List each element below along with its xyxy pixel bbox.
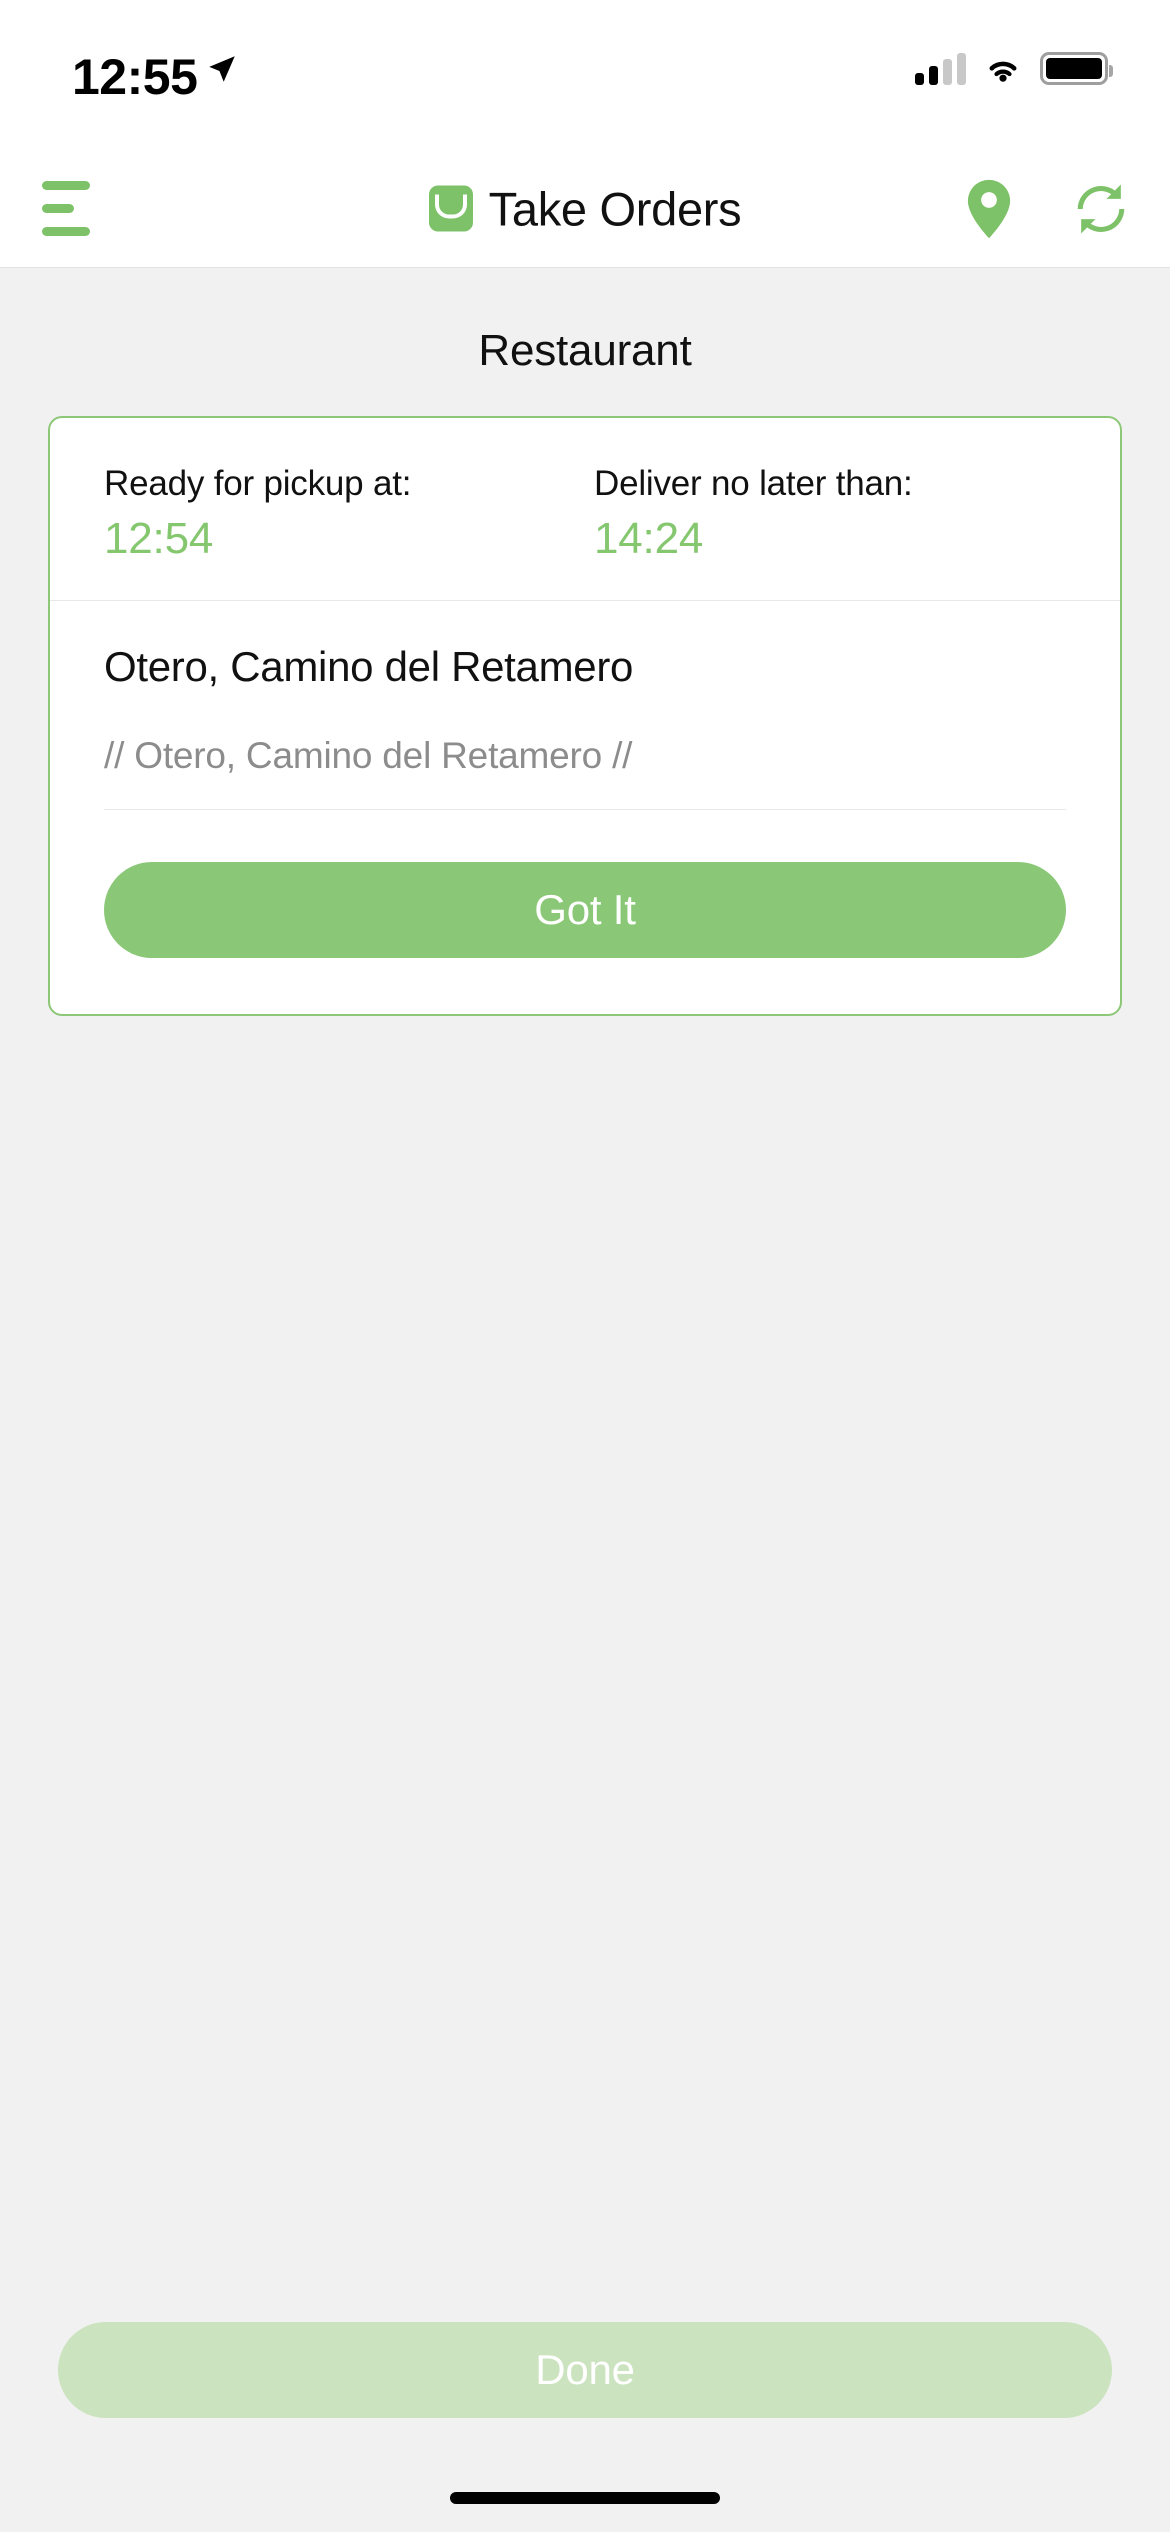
pickup-time-column: Ready for pickup at: 12:54	[104, 464, 576, 564]
home-indicator	[450, 2492, 720, 2504]
address-secondary: // Otero, Camino del Retamero //	[104, 735, 1066, 810]
address-primary: Otero, Camino del Retamero	[104, 643, 634, 690]
done-button[interactable]: Done	[58, 2322, 1112, 2418]
deliver-time-column: Deliver no later than: 14:24	[576, 464, 1066, 564]
navigation-bar: Take Orders	[0, 150, 1170, 268]
main-content: Restaurant Ready for pickup at: 12:54 De…	[0, 268, 1170, 2532]
battery-full-icon	[1040, 52, 1113, 85]
location-arrow-icon	[209, 56, 235, 82]
order-times-row: Ready for pickup at: 12:54 Deliver no la…	[50, 418, 1120, 601]
address-block: Otero, Camino del Retamero // Otero, Cam…	[50, 601, 1120, 810]
refresh-sync-icon	[1077, 184, 1125, 233]
pickup-time-label: Ready for pickup at:	[104, 464, 412, 503]
navigation-actions	[958, 176, 1132, 242]
pickup-time-value: 12:54	[104, 514, 214, 563]
map-pin-button[interactable]	[958, 176, 1020, 242]
refresh-button[interactable]	[1070, 176, 1132, 242]
app-screen: 12:55 Take Orders Restaurant Ready for p…	[0, 0, 1170, 2532]
status-bar: 12:55	[0, 0, 1170, 150]
deliver-time-value: 14:24	[594, 514, 704, 563]
order-card: Ready for pickup at: 12:54 Deliver no la…	[48, 416, 1122, 1016]
footer-bar: Done	[0, 2292, 1170, 2532]
confirm-button-wrapper: Got It	[50, 810, 1120, 1014]
hamburger-menu-icon	[42, 204, 74, 213]
deliver-time-label: Deliver no later than:	[594, 464, 913, 503]
got-it-button[interactable]: Got It	[104, 862, 1066, 958]
hamburger-menu-icon	[42, 181, 90, 190]
status-bar-time: 12:55	[72, 49, 198, 105]
map-pin-icon	[967, 179, 1011, 238]
hamburger-menu-button[interactable]	[32, 173, 118, 245]
hamburger-menu-icon	[42, 227, 90, 236]
shopping-bag-logo-icon	[428, 185, 473, 232]
cellular-bars-icon	[915, 52, 966, 85]
status-bar-indicators	[915, 52, 1113, 85]
section-title: Restaurant	[478, 326, 692, 375]
page-title: Take Orders	[488, 182, 742, 235]
wifi-icon	[989, 61, 1017, 82]
